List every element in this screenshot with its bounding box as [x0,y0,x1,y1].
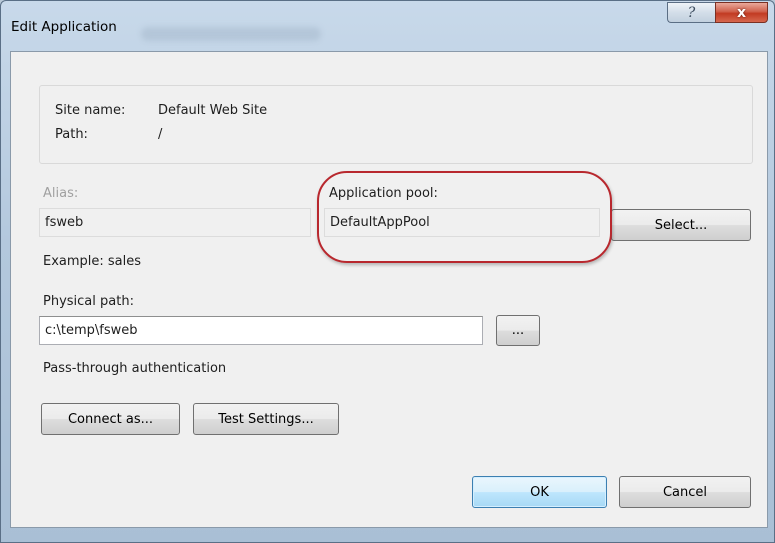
site-info-box: Site name: Default Web Site Path: / [39,85,753,164]
select-app-pool-button[interactable]: Select... [611,209,751,241]
alias-example: Example: sales [43,254,142,269]
help-icon: ? [687,4,696,21]
help-button[interactable]: ? [667,2,715,23]
title-bar[interactable]: Edit Application ? x [1,1,774,51]
close-button[interactable]: x [715,2,768,23]
path-value: / [158,127,163,142]
connect-as-button[interactable]: Connect as... [41,403,180,435]
test-settings-button[interactable]: Test Settings... [193,403,339,435]
pass-through-auth-label: Pass-through authentication [43,361,227,376]
alias-label: Alias: [43,186,79,201]
edit-application-dialog: Edit Application ? x Site name: Default … [0,0,775,543]
physical-path-label: Physical path: [43,294,134,309]
close-icon: x [736,4,747,21]
ok-button[interactable]: OK [472,476,607,508]
app-pool-label: Application pool: [329,186,438,201]
alias-field[interactable]: fsweb [39,208,311,237]
site-name-label: Site name: [55,103,126,118]
physical-path-input[interactable]: c:\temp\fsweb [39,316,483,345]
browse-path-button[interactable]: ... [496,315,540,346]
path-label: Path: [55,127,88,142]
site-name-value: Default Web Site [158,103,268,118]
dialog-client-area: Site name: Default Web Site Path: / Alia… [10,51,768,528]
app-pool-value: DefaultAppPool [330,215,430,230]
physical-path-value: c:\temp\fsweb [45,323,138,338]
alias-value: fsweb [45,215,84,230]
window-title: Edit Application [11,19,117,35]
app-pool-field[interactable]: DefaultAppPool [324,208,600,237]
title-bar-background-blur [141,27,321,41]
cancel-button[interactable]: Cancel [619,476,751,508]
title-bar-buttons: ? x [667,2,768,23]
